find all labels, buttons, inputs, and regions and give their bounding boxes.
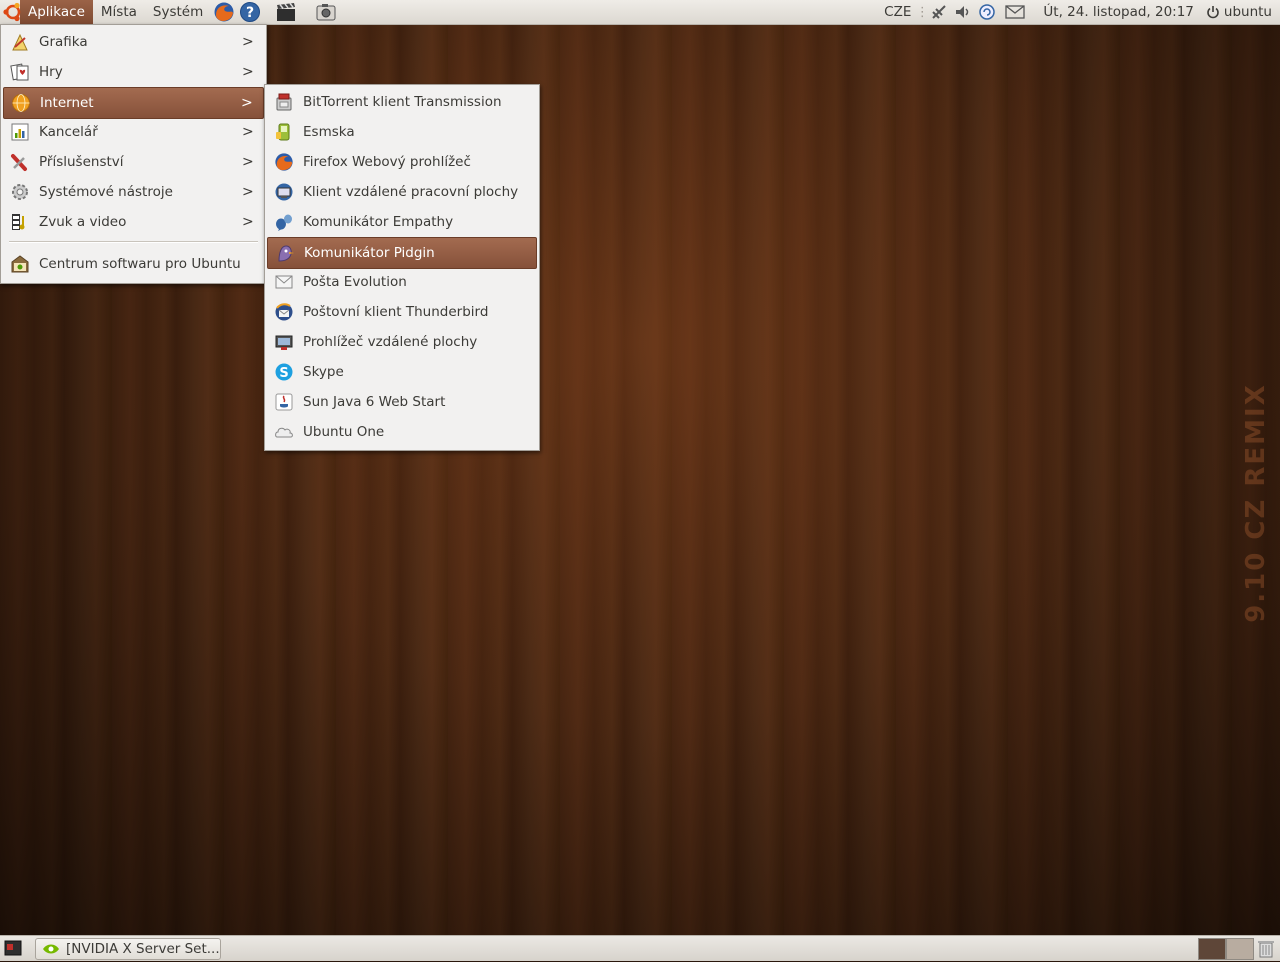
mail-indicator-icon[interactable]	[1003, 0, 1027, 24]
menu-item-kancelar[interactable]: Kancelář >	[3, 117, 264, 147]
menu-item-software-center[interactable]: Centrum softwaru pro Ubuntu	[3, 249, 264, 279]
esmska-icon	[273, 121, 295, 143]
menu-item-java-web-start[interactable]: Sun Java 6 Web Start	[267, 387, 537, 417]
menu-item-label: Grafika	[39, 34, 88, 50]
evolution-icon	[273, 271, 295, 293]
svg-text:?: ?	[246, 5, 254, 21]
clock[interactable]: Út, 24. listopad, 20:17	[1037, 4, 1200, 20]
remote-desktop-viewer-icon	[273, 331, 295, 353]
menu-aplikace[interactable]: Aplikace	[20, 0, 93, 24]
menu-item-remote-desktop-viewer[interactable]: Prohlížeč vzdálené plochy	[267, 327, 537, 357]
nvidia-icon	[42, 942, 60, 956]
menu-item-prislusenstvi[interactable]: Příslušenství >	[3, 147, 264, 177]
skype-icon: S	[273, 361, 295, 383]
taskbar-window-label: [NVIDIA X Server Set...	[66, 941, 220, 957]
keyboard-layout-indicator[interactable]: CZE	[878, 4, 917, 20]
software-center-icon	[9, 253, 31, 275]
menu-item-label: Internet	[40, 95, 94, 111]
svg-text:S: S	[279, 366, 288, 381]
menu-item-pidgin[interactable]: Komunikátor Pidgin	[267, 237, 537, 269]
menu-item-ubuntu-one[interactable]: Ubuntu One	[267, 417, 537, 447]
menu-item-zvuk-a-video[interactable]: Zvuk a video >	[3, 207, 264, 237]
internet-icon	[10, 92, 32, 114]
chevron-right-icon: >	[242, 214, 254, 230]
menu-item-transmission[interactable]: BitTorrent klient Transmission	[267, 87, 537, 117]
menu-item-label: Komunikátor Pidgin	[304, 245, 435, 261]
chevron-right-icon: >	[241, 95, 253, 111]
menu-item-label: Hry	[39, 64, 63, 80]
pidgin-icon	[274, 242, 296, 264]
applications-menu: Grafika > Hry > Internet > Kancelář > Př…	[0, 24, 267, 284]
user-menu[interactable]: ubuntu	[1222, 4, 1280, 20]
taskbar-window-button[interactable]: [NVIDIA X Server Set...	[35, 938, 221, 960]
menu-item-label: Systémové nástroje	[39, 184, 173, 200]
menu-item-esmska[interactable]: Esmska	[267, 117, 537, 147]
power-icon[interactable]	[1204, 0, 1222, 24]
menu-item-empathy[interactable]: Komunikátor Empathy	[267, 207, 537, 237]
menu-item-systemove-nastroje[interactable]: Systémové nástroje >	[3, 177, 264, 207]
chevron-right-icon: >	[242, 184, 254, 200]
update-notifier-icon[interactable]	[975, 0, 999, 24]
menu-item-label: Pošta Evolution	[303, 274, 407, 290]
menu-item-label: Centrum softwaru pro Ubuntu	[39, 256, 241, 272]
menu-item-internet[interactable]: Internet >	[3, 87, 264, 119]
ubuntu-logo-icon[interactable]	[2, 1, 24, 23]
menu-item-label: Poštovní klient Thunderbird	[303, 304, 489, 320]
top-panel: Aplikace Místa Systém ? CZE ⋮ Út, 24. li…	[0, 0, 1280, 25]
menu-item-label: Ubuntu One	[303, 424, 385, 440]
menu-item-firefox[interactable]: Firefox Webový prohlížeč	[267, 147, 537, 177]
thunderbird-icon	[273, 301, 295, 323]
office-icon	[9, 121, 31, 143]
chevron-right-icon: >	[242, 154, 254, 170]
empathy-icon	[273, 211, 295, 233]
sound-video-icon	[9, 211, 31, 233]
menu-item-label: BitTorrent klient Transmission	[303, 94, 502, 110]
workspace-1[interactable]	[1198, 938, 1226, 960]
trash-icon[interactable]	[1256, 938, 1276, 958]
help-launcher-icon[interactable]: ?	[237, 0, 263, 24]
bottom-panel: [NVIDIA X Server Set...	[0, 935, 1280, 961]
firefox-icon	[273, 151, 295, 173]
menu-item-skype[interactable]: S Skype	[267, 357, 537, 387]
menu-item-label: Klient vzdálené pracovní plochy	[303, 184, 519, 200]
menu-item-label: Firefox Webový prohlížeč	[303, 154, 471, 170]
volume-icon[interactable]	[951, 0, 975, 24]
menu-item-label: Kancelář	[39, 124, 98, 140]
transmission-icon	[273, 91, 295, 113]
workspace-2[interactable]	[1226, 938, 1254, 960]
chevron-right-icon: >	[242, 124, 254, 140]
menu-system[interactable]: Systém	[145, 0, 211, 24]
menu-item-label: Zvuk a video	[39, 214, 127, 230]
ubuntu-one-icon	[273, 421, 295, 443]
menu-item-label: Komunikátor Empathy	[303, 214, 454, 230]
java-icon	[273, 391, 295, 413]
menu-item-grafika[interactable]: Grafika >	[3, 27, 264, 57]
drag-handle-icon: ⋮	[915, 4, 929, 20]
remote-desktop-client-icon	[273, 181, 295, 203]
graphics-icon	[9, 31, 31, 53]
menu-item-label: Esmska	[303, 124, 355, 140]
menu-item-label: Skype	[303, 364, 344, 380]
menu-item-thunderbird[interactable]: Poštovní klient Thunderbird	[267, 297, 537, 327]
menu-item-evolution[interactable]: Pošta Evolution	[267, 267, 537, 297]
system-tools-icon	[9, 181, 31, 203]
menu-item-label: Příslušenství	[39, 154, 124, 170]
accessories-icon	[9, 151, 31, 173]
movie-player-launcher-icon[interactable]	[273, 0, 299, 24]
menu-mista[interactable]: Místa	[93, 0, 145, 24]
menu-item-label: Prohlížeč vzdálené plochy	[303, 334, 478, 350]
menu-item-hry[interactable]: Hry >	[3, 57, 264, 87]
desktop-watermark: 9.10 CZ REMIX	[1241, 383, 1271, 623]
internet-submenu: BitTorrent klient Transmission Esmska Fi…	[264, 84, 540, 451]
chevron-right-icon: >	[242, 64, 254, 80]
games-icon	[9, 61, 31, 83]
menu-item-remote-desktop-client[interactable]: Klient vzdálené pracovní plochy	[267, 177, 537, 207]
show-desktop-icon[interactable]	[4, 940, 22, 956]
firefox-launcher-icon[interactable]	[211, 0, 237, 24]
chevron-right-icon: >	[242, 34, 254, 50]
menu-separator	[9, 241, 258, 243]
menu-item-label: Sun Java 6 Web Start	[303, 394, 446, 410]
network-icon[interactable]	[927, 0, 951, 24]
screenshot-launcher-icon[interactable]	[313, 0, 339, 24]
